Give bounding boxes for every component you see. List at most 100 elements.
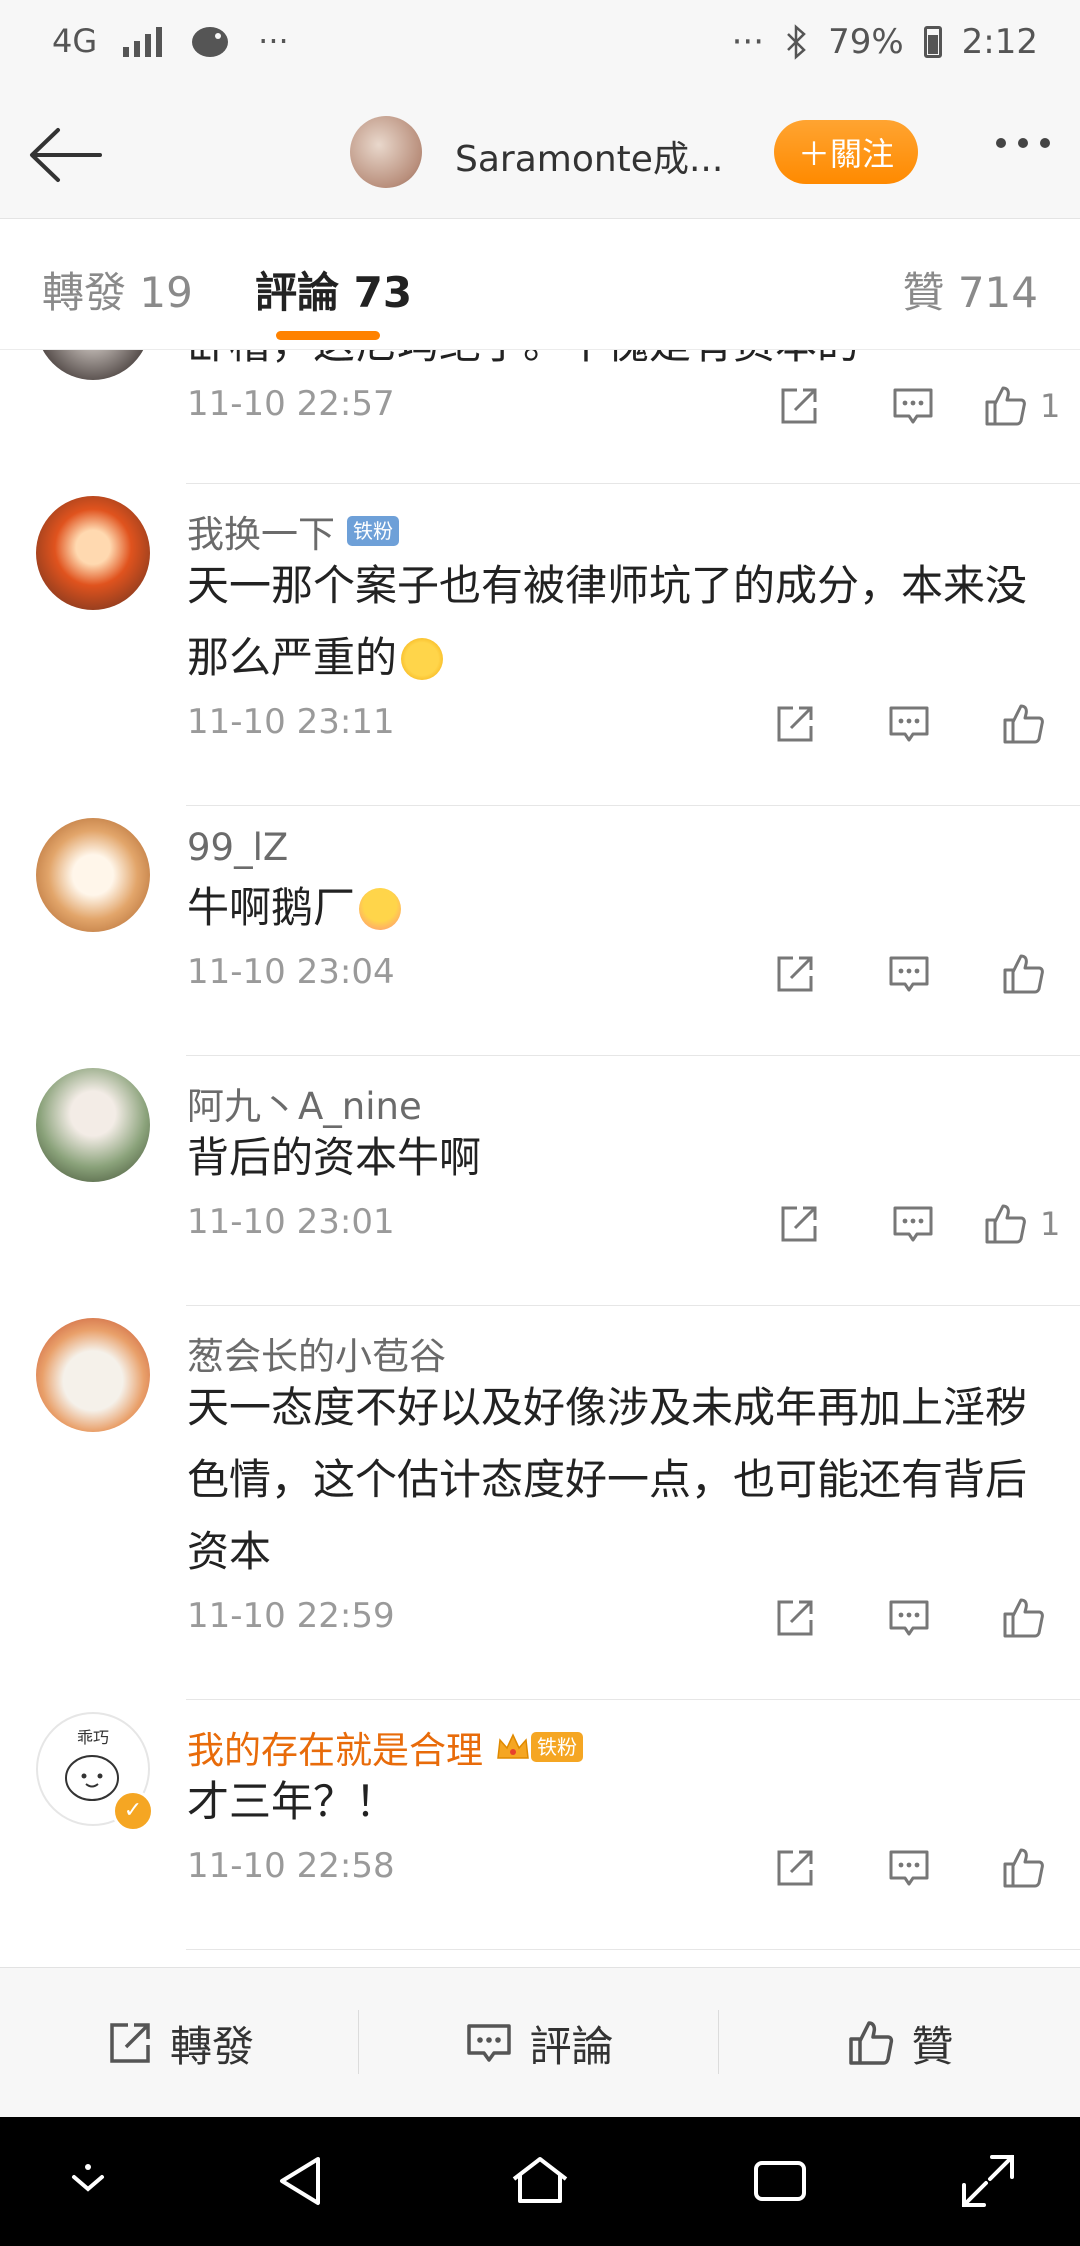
author-name[interactable]: Saramonte成... <box>455 130 723 182</box>
comment-label: 評論 <box>529 2021 614 2071</box>
nav-home-button[interactable] <box>508 2149 572 2213</box>
reply-button[interactable] <box>852 1838 966 1898</box>
comment-text: 天一那个案子也有被律师坑了的成分，本来没那么严重的 <box>187 550 1047 694</box>
comment-list[interactable]: 卧槽，这尼玛绝了。不愧是有资本的 11-10 22:57 1 我换一下 铁粉 天… <box>0 350 1080 1967</box>
status-bar: 4G ··· ··· 79% 2:12 <box>0 0 1080 90</box>
comment-icon <box>889 956 929 992</box>
share-button[interactable] <box>738 1588 852 1648</box>
nav-hide-button[interactable] <box>56 2149 120 2213</box>
divider <box>186 1949 1080 1950</box>
like-button[interactable] <box>970 376 1040 436</box>
follow-button[interactable]: ＋關注 <box>774 120 918 184</box>
share-icon <box>777 1600 813 1636</box>
back-arrow-icon <box>30 128 102 182</box>
comment-icon <box>467 2024 512 2062</box>
notification-app-icon <box>192 27 229 57</box>
repost-button[interactable]: 轉發 <box>0 1968 358 2118</box>
commenter-name[interactable]: 99_lZ <box>187 826 288 869</box>
fan-badge: 铁粉 <box>347 516 399 546</box>
reply-button[interactable] <box>852 944 966 1004</box>
thumbs-up-icon <box>1003 1848 1044 1888</box>
reply-button[interactable] <box>852 694 966 754</box>
home-icon <box>512 2157 568 2203</box>
share-button[interactable] <box>738 1838 852 1898</box>
commenter-avatar[interactable] <box>36 818 150 932</box>
share-button[interactable] <box>742 1194 856 1254</box>
thumbs-up-icon <box>849 2021 894 2065</box>
laugh-cry-emoji-icon <box>359 888 402 930</box>
thumbs-up-icon <box>1003 1598 1044 1638</box>
comment-actions: 1 <box>742 376 1080 436</box>
share-icon <box>777 956 813 992</box>
share-button[interactable] <box>738 694 852 754</box>
tab-likes[interactable]: 贊 714 <box>902 259 1038 320</box>
comment-actions <box>738 1588 1080 1648</box>
repost-label: 轉發 <box>169 2021 254 2071</box>
reply-button[interactable] <box>856 1194 970 1254</box>
hug-emoji-icon <box>401 638 444 680</box>
reply-button[interactable] <box>852 1588 966 1648</box>
comment-text-body: 天一那个案子也有被律师坑了的成分，本来没那么严重的 <box>187 561 1028 682</box>
top-nav-bar: Saramonte成... ＋關注 <box>0 90 1080 219</box>
commenter-avatar[interactable] <box>36 1318 150 1432</box>
like-button[interactable] <box>966 1588 1080 1648</box>
comment-item: 阿九丶A_nine 背后的资本牛啊 11-10 23:01 1 <box>0 1056 1080 1306</box>
tab-comments[interactable]: 評論 73 <box>255 259 412 320</box>
comment-item: 卧槽，这尼玛绝了。不愧是有资本的 11-10 22:57 1 <box>0 350 1080 484</box>
repost-icon <box>110 2023 150 2063</box>
thumbs-up-icon <box>985 386 1026 426</box>
nav-fullscreen-button[interactable] <box>956 2149 1020 2213</box>
comment-icon <box>889 1600 929 1636</box>
thumbs-up-icon <box>1003 704 1044 744</box>
comment-actions <box>738 944 1080 1004</box>
like-button[interactable] <box>966 944 1080 1004</box>
more-options-icon[interactable] <box>996 138 1050 148</box>
comment-time: 11-10 22:59 <box>187 1596 395 1636</box>
share-icon <box>781 388 817 424</box>
comment-time: 11-10 23:11 <box>187 702 395 742</box>
commenter-avatar[interactable] <box>36 1068 150 1182</box>
comment-actions <box>738 1838 1080 1898</box>
crown-icon <box>497 1733 529 1759</box>
like-count: 1 <box>1040 387 1061 425</box>
clock: 2:12 <box>961 22 1038 62</box>
comment-icon <box>893 388 933 424</box>
thumbs-up-icon <box>1003 954 1044 994</box>
comment-icon <box>889 706 929 742</box>
commenter-avatar[interactable] <box>36 350 150 380</box>
recents-icon <box>754 2161 806 2201</box>
system-nav-bar <box>0 2117 1080 2246</box>
status-more-right: ··· <box>731 22 765 62</box>
reply-button[interactable] <box>856 376 970 436</box>
thumbs-up-icon <box>985 1204 1026 1244</box>
comment-actions <box>738 694 1080 754</box>
share-button[interactable] <box>738 944 852 1004</box>
back-button[interactable] <box>26 120 106 190</box>
tab-reposts[interactable]: 轉發 19 <box>42 259 193 320</box>
share-icon <box>781 1206 817 1242</box>
like-button[interactable] <box>966 694 1080 754</box>
bottom-action-bar: 轉發 評論 贊 <box>0 1967 1080 2118</box>
signal-icon <box>123 25 163 57</box>
share-icon <box>777 1850 813 1886</box>
like-button[interactable]: 贊 <box>719 1968 1080 2118</box>
share-button[interactable] <box>742 376 856 436</box>
comment-time: 11-10 23:04 <box>187 952 395 992</box>
like-label: 贊 <box>911 2021 954 2071</box>
comment-item: 99_lZ 牛啊鹅厂 11-10 23:04 <box>0 806 1080 1056</box>
network-type: 4G <box>52 22 98 60</box>
share-icon <box>777 706 813 742</box>
nav-back-button[interactable] <box>270 2149 334 2213</box>
author-avatar[interactable] <box>350 116 422 188</box>
comment-time: 11-10 22:57 <box>187 384 395 424</box>
status-more-left: ··· <box>258 22 289 60</box>
active-tab-indicator <box>276 331 380 340</box>
like-button[interactable] <box>966 1838 1080 1898</box>
comment-text-body: 牛啊鹅厂 <box>187 883 356 932</box>
comment-actions: 1 <box>742 1194 1080 1254</box>
nav-recents-button[interactable] <box>748 2149 812 2213</box>
like-button[interactable] <box>970 1194 1040 1254</box>
commenter-avatar[interactable] <box>36 496 150 610</box>
like-count: 1 <box>1040 1205 1061 1243</box>
comment-button[interactable]: 評論 <box>359 1968 718 2118</box>
